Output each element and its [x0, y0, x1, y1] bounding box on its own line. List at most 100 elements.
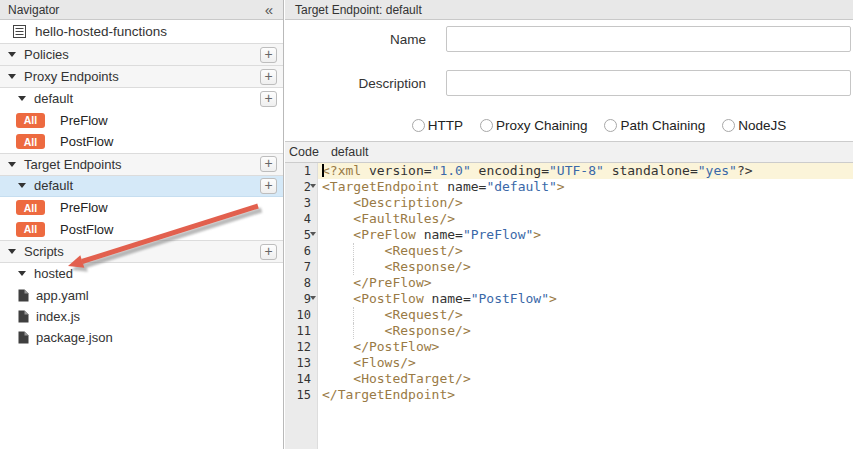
file-icon	[18, 310, 29, 323]
tree-section-scripts[interactable]: Scripts+	[0, 240, 283, 263]
code-editor[interactable]: 123456789101112131415 <?xml version="1.0…	[285, 163, 853, 449]
flow-label: PreFlow	[60, 200, 108, 215]
code-line[interactable]: <Response/>	[318, 259, 853, 275]
line-number: 9	[285, 291, 317, 307]
radio-label: Path Chaining	[620, 118, 705, 133]
tree-flow-preflow[interactable]: All PreFlow	[0, 197, 283, 219]
tree-flow-postflow[interactable]: AllPostFlow	[0, 219, 283, 241]
tree-node-default[interactable]: default+	[0, 176, 283, 198]
line-number: 2	[285, 179, 317, 195]
radio-label: HTTP	[428, 118, 463, 133]
file-label: index.js	[36, 309, 80, 324]
radio-circle-icon[interactable]	[722, 119, 735, 132]
code-line[interactable]: <TargetEndpoint name="default">	[318, 179, 853, 195]
tree-file-package.json[interactable]: package.json	[0, 327, 283, 348]
flow-label: PostFlow	[60, 134, 113, 149]
tree-flow-preflow[interactable]: All PreFlow	[0, 110, 283, 132]
add-button[interactable]: +	[260, 69, 277, 85]
code-line[interactable]: <HostedTarget/>	[318, 371, 853, 387]
radio-circle-icon[interactable]	[412, 119, 425, 132]
line-number: 14	[285, 371, 317, 387]
description-label: Description	[285, 76, 426, 91]
chevron-down-icon[interactable]	[8, 162, 16, 167]
name-label: Name	[285, 32, 426, 47]
radio-circle-icon[interactable]	[480, 119, 493, 132]
chevron-down-icon[interactable]	[18, 183, 26, 188]
endpoint-form: Name Description HTTP Proxy Chaining Path …	[285, 20, 853, 141]
code-line[interactable]: <FaultRules/>	[318, 211, 853, 227]
add-button[interactable]: +	[260, 244, 277, 260]
code-tab-label: Code	[289, 145, 319, 159]
file-label: package.json	[36, 330, 113, 345]
radio-proxy-chaining[interactable]: Proxy Chaining	[480, 118, 588, 133]
line-number: 7	[285, 259, 317, 275]
tree-section-label: Policies	[24, 47, 69, 62]
tree-node-label: default	[34, 91, 73, 106]
code-line[interactable]: <?xml version="1.0" encoding="UTF-8" sta…	[318, 163, 853, 179]
navigator-panel: Navigator « hello-hosted-functionsPolici…	[0, 0, 284, 449]
chevron-down-icon[interactable]	[18, 271, 26, 276]
code-line[interactable]: <Flows/>	[318, 355, 853, 371]
collapse-panel-icon[interactable]: «	[265, 1, 273, 18]
code-line[interactable]: <Description/>	[318, 195, 853, 211]
radio-http[interactable]: HTTP	[412, 118, 463, 133]
description-input[interactable]	[446, 70, 851, 96]
add-button[interactable]: +	[260, 91, 277, 107]
add-button[interactable]: +	[260, 178, 277, 194]
code-line[interactable]: </PostFlow>	[318, 339, 853, 355]
all-badge: All	[16, 113, 45, 128]
flow-label: PreFlow	[60, 113, 108, 128]
text-cursor	[322, 164, 324, 177]
line-number: 5	[285, 227, 317, 243]
tree-file-index.js[interactable]: index.js	[0, 306, 283, 327]
line-number-gutter: 123456789101112131415	[285, 163, 318, 449]
code-file-label: default	[331, 145, 369, 159]
radio-label: NodeJS	[738, 118, 786, 133]
chevron-down-icon[interactable]	[8, 74, 16, 79]
code-line[interactable]: </TargetEndpoint>	[318, 387, 853, 403]
code-header: Code default	[285, 141, 853, 163]
code-line[interactable]: </PreFlow>	[318, 275, 853, 291]
chevron-down-icon[interactable]	[18, 96, 26, 101]
code-line[interactable]: <PreFlow name="PreFlow">	[318, 227, 853, 243]
radio-label: Proxy Chaining	[496, 118, 588, 133]
line-number: 1	[285, 163, 317, 179]
fold-toggle-icon[interactable]	[310, 184, 316, 188]
tree-section-label: Proxy Endpoints	[24, 69, 119, 84]
code-line[interactable]: <Request/>	[318, 307, 853, 323]
all-badge: All	[16, 200, 45, 215]
tree-flow-postflow[interactable]: AllPostFlow	[0, 131, 283, 153]
all-badge: All	[16, 222, 45, 237]
file-label: app.yaml	[36, 288, 89, 303]
tree-node-label: hosted	[34, 266, 73, 281]
tree-item-hello-hosted-functions[interactable]: hello-hosted-functions	[0, 20, 283, 43]
tree-node-hosted[interactable]: hosted	[0, 263, 283, 285]
line-number: 11	[285, 323, 317, 339]
line-number: 15	[285, 387, 317, 403]
detail-header: Target Endpoint: default	[285, 0, 853, 20]
chevron-down-icon[interactable]	[8, 249, 16, 254]
fold-toggle-icon[interactable]	[310, 296, 316, 300]
code-line[interactable]: <Request/>	[318, 243, 853, 259]
file-icon	[18, 289, 29, 302]
navigator-header: Navigator «	[0, 0, 283, 20]
radio-nodejs[interactable]: NodeJS	[722, 118, 786, 133]
code-content[interactable]: <?xml version="1.0" encoding="UTF-8" sta…	[318, 163, 853, 449]
tree-node-default[interactable]: default +	[0, 88, 283, 110]
tree-section-policies[interactable]: Policies +	[0, 43, 283, 66]
tree-section-proxy-endpoints[interactable]: Proxy Endpoints +	[0, 65, 283, 88]
add-button[interactable]: +	[260, 47, 277, 63]
tree-file-app.yaml[interactable]: app.yaml	[0, 285, 283, 306]
code-line[interactable]: <PostFlow name="PostFlow">	[318, 291, 853, 307]
fold-toggle-icon[interactable]	[310, 232, 316, 236]
endpoint-type-radios: HTTP Proxy Chaining Path Chaining NodeJS	[315, 118, 853, 133]
line-number: 13	[285, 355, 317, 371]
radio-path-chaining[interactable]: Path Chaining	[604, 118, 705, 133]
add-button[interactable]: +	[260, 156, 277, 172]
chevron-down-icon[interactable]	[8, 52, 16, 57]
detail-header-title: Target Endpoint: default	[295, 3, 422, 17]
code-line[interactable]: <Response/>	[318, 323, 853, 339]
radio-circle-icon[interactable]	[604, 119, 617, 132]
tree-section-target-endpoints[interactable]: Target Endpoints+	[0, 153, 283, 176]
name-input[interactable]	[446, 26, 851, 52]
